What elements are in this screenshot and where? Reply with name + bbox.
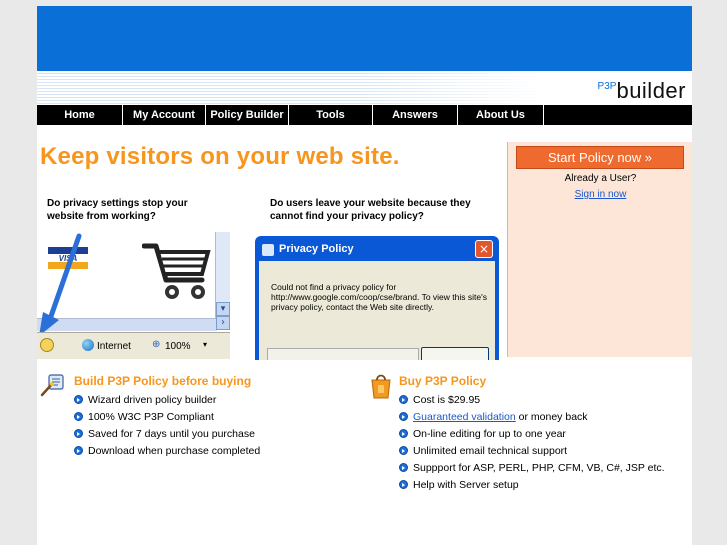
- nav-policy-builder[interactable]: Policy Builder: [206, 105, 289, 125]
- privacy-eye-icon: [40, 338, 54, 352]
- logo[interactable]: P3Pbuilder: [598, 78, 686, 104]
- logo-p3p: P3P: [597, 81, 617, 92]
- list-item: Help with Server setup: [399, 479, 519, 491]
- list-item: Saved for 7 days until you purchase: [74, 428, 255, 440]
- header-banner: [37, 6, 692, 71]
- privacy-policy-dialog: Privacy Policy × Could not find a privac…: [255, 236, 499, 360]
- list-item: Guaranteed validation or money back: [399, 411, 588, 423]
- bullet-arrow-icon: [399, 429, 408, 438]
- nav-about-us[interactable]: About Us: [458, 105, 544, 125]
- guaranteed-validation-link[interactable]: Guaranteed validation: [413, 411, 516, 423]
- dialog-title: Privacy Policy: [279, 243, 354, 255]
- list-item: Suppport for ASP, PERL, PHP, CFM, VB, C#…: [399, 462, 665, 474]
- scroll-right-icon[interactable]: ›: [216, 316, 230, 330]
- wizard-icon: [40, 373, 66, 401]
- nav-answers[interactable]: Answers: [373, 105, 458, 125]
- dialog-message: Could not find a privacy policy for http…: [271, 282, 487, 312]
- browser-screenshot: VISA ▾ › Internet ⊕ 100% ▾: [37, 232, 230, 359]
- list-item: Cost is $29.95: [399, 394, 480, 406]
- dialog-field[interactable]: [267, 348, 419, 360]
- browser-status-bar: Internet ⊕ 100% ▾: [37, 332, 230, 359]
- scroll-down-icon[interactable]: ▾: [216, 302, 230, 316]
- list-item: Download when purchase completed: [74, 445, 260, 457]
- start-panel: Start Policy now » Already a User? Sign …: [507, 142, 692, 357]
- globe-icon: [82, 339, 94, 351]
- close-icon[interactable]: ×: [475, 240, 493, 258]
- build-section-title: Build P3P Policy before buying: [74, 374, 252, 388]
- nav-my-account[interactable]: My Account: [123, 105, 206, 125]
- bullet-arrow-icon: [399, 480, 408, 489]
- sign-in-link[interactable]: Sign in now: [508, 189, 692, 200]
- list-item: On-line editing for up to one year: [399, 428, 566, 440]
- shopping-cart-icon: [141, 240, 212, 310]
- bullet-arrow-icon: [74, 429, 83, 438]
- page: P3Pbuilder Home My Account Policy Builde…: [37, 6, 692, 545]
- start-policy-button[interactable]: Start Policy now »: [516, 146, 684, 169]
- list-item: Unlimited email technical support: [399, 445, 567, 457]
- bullet-arrow-icon: [399, 446, 408, 455]
- zoom-dropdown-icon[interactable]: ▾: [203, 340, 207, 349]
- dialog-body: Could not find a privacy policy for http…: [259, 261, 495, 360]
- dialog-button[interactable]: [421, 347, 489, 360]
- already-user-text: Already a User?: [564, 173, 637, 184]
- nav-bar: Home My Account Policy Builder Tools Ans…: [37, 105, 692, 125]
- question-find-policy: Do users leave your website because they…: [270, 198, 471, 222]
- nav-tools[interactable]: Tools: [289, 105, 373, 125]
- bullet-arrow-icon: [74, 395, 83, 404]
- buy-section-title: Buy P3P Policy: [399, 374, 487, 388]
- logo-builder: builder: [616, 78, 686, 103]
- zoom-level[interactable]: 100%: [165, 341, 191, 352]
- page-headline: Keep visitors on your web site.: [40, 143, 400, 170]
- bullet-arrow-icon: [74, 446, 83, 455]
- dialog-app-icon: [262, 244, 274, 256]
- shopping-box-icon: [369, 372, 393, 404]
- status-zone-text: Internet: [97, 341, 131, 352]
- logo-band: [37, 71, 692, 105]
- zoom-icon: ⊕: [152, 339, 161, 350]
- question-privacy-settings: Do privacy settings stop your website fr…: [47, 198, 188, 222]
- bullet-arrow-icon: [399, 412, 408, 421]
- nav-home[interactable]: Home: [37, 105, 123, 125]
- list-item: 100% W3C P3P Compliant: [74, 411, 214, 423]
- bullet-arrow-icon: [399, 463, 408, 472]
- bullet-arrow-icon: [399, 395, 408, 404]
- list-item: Wizard driven policy builder: [74, 394, 216, 406]
- bullet-arrow-icon: [74, 412, 83, 421]
- arrow-icon: [37, 232, 127, 346]
